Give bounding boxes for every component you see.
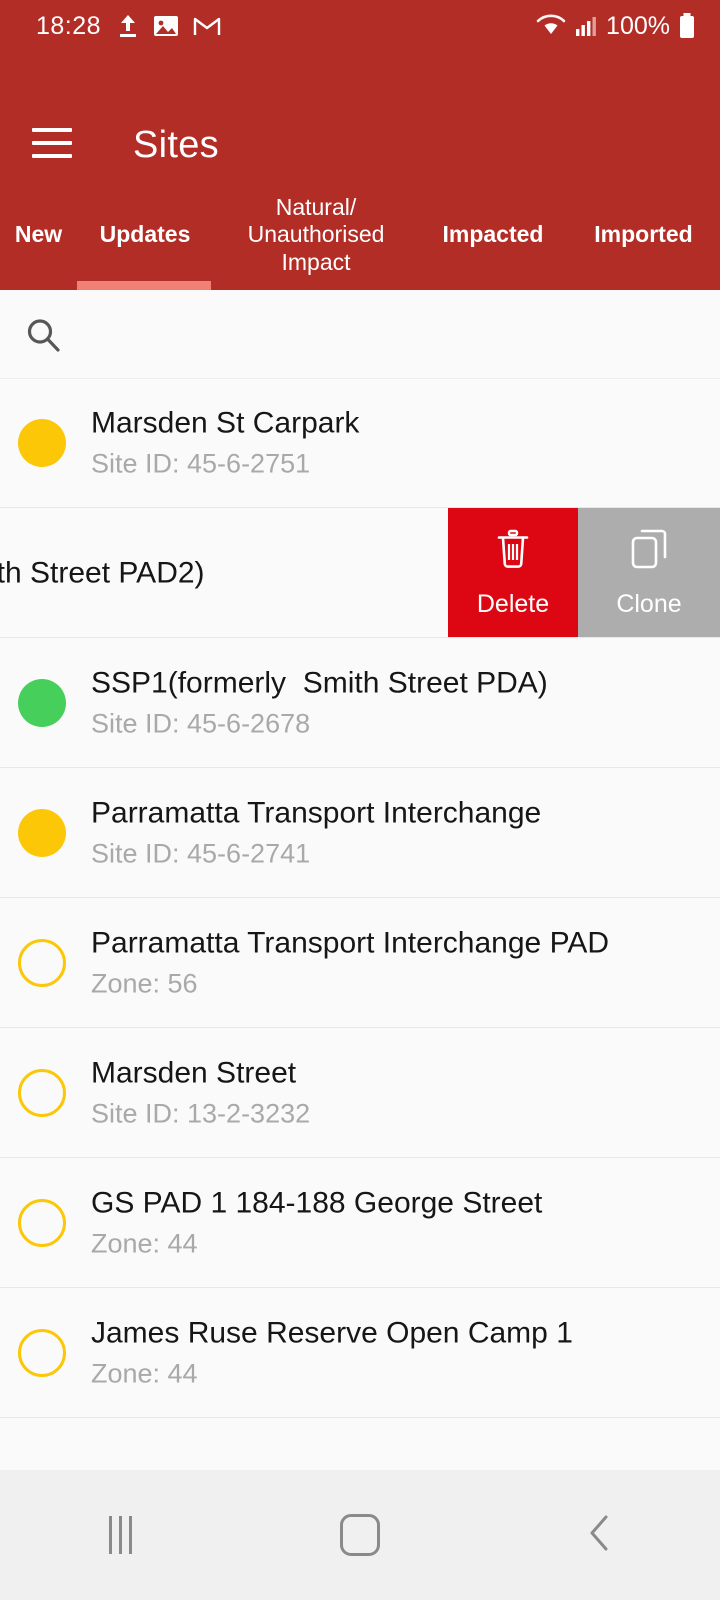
table-row[interactable]: SSP1(formerly Smith Street PDA) Site ID:… (0, 638, 720, 768)
sites-list: Marsden St Carpark Site ID: 45-6-2751 er… (0, 378, 720, 1418)
search-input[interactable] (80, 300, 680, 364)
back-button[interactable] (540, 1470, 660, 1600)
site-detail: Zone: 56 (91, 968, 198, 999)
list-item-text: SSP1(formerly Smith Street PDA) Site ID:… (91, 665, 548, 740)
table-row[interactable]: Parramatta Transport Interchange Site ID… (0, 768, 720, 898)
gmail-icon (193, 14, 221, 38)
active-tab-indicator (77, 281, 211, 290)
trash-icon (493, 527, 533, 578)
status-marker-icon (18, 419, 66, 467)
list-item-text: GS PAD 1 184-188 George Street Zone: 44 (91, 1185, 542, 1260)
status-marker-icon (18, 1068, 66, 1117)
back-icon (583, 1511, 617, 1560)
table-row[interactable]: GS PAD 1 184-188 George Street Zone: 44 (0, 1158, 720, 1288)
status-bar: 18:28 100% (0, 0, 720, 52)
site-detail: Zone: 44 (91, 1228, 198, 1259)
site-name: GS PAD 1 184-188 George Street (91, 1186, 543, 1220)
list-item-text: Parramatta Transport Interchange PAD Zon… (91, 925, 609, 1000)
site-name: Marsden Street (91, 1056, 297, 1090)
list-item-text: Marsden Street Site ID: 13-2-3232 (91, 1055, 310, 1130)
status-bar-clock: 18:28 (36, 11, 102, 40)
delete-button[interactable]: Delete (448, 508, 578, 637)
table-row[interactable]: Parramatta Transport Interchange PAD Zon… (0, 898, 720, 1028)
page-title: Sites (133, 124, 219, 166)
swipe-action-panel: Delete Clone (448, 508, 720, 637)
home-icon (340, 1514, 380, 1556)
site-name: Parramatta Transport Interchange (91, 796, 542, 830)
site-detail: Site ID: 13-2-3232 (91, 1098, 311, 1129)
site-name: Marsden St Carpark (91, 406, 360, 440)
status-marker-icon (18, 1198, 66, 1247)
tab-new[interactable]: New (0, 180, 77, 290)
site-detail: Site ID: 45-6-2751 (91, 449, 311, 479)
tab-bar: New Updates Natural/ Unauthorised Impact… (0, 180, 720, 290)
recents-icon (108, 1516, 132, 1554)
hamburger-menu-icon[interactable] (32, 128, 72, 158)
clone-button-label: Clone (616, 589, 682, 618)
delete-button-label: Delete (476, 589, 550, 618)
battery-icon (678, 12, 696, 40)
status-bar-system-icons: 100% (536, 12, 696, 41)
status-marker-icon (18, 938, 66, 987)
status-marker-icon (18, 678, 66, 727)
tab-impacted[interactable]: Impacted (419, 180, 567, 290)
site-name: erly Smith Street PAD2) (0, 555, 205, 589)
home-button[interactable] (300, 1470, 420, 1600)
site-detail: Zone: 44 (91, 1358, 198, 1389)
app-bar: Sites (0, 52, 720, 180)
status-marker-icon (18, 808, 66, 857)
list-item-text: Parramatta Transport Interchange Site ID… (91, 795, 541, 870)
site-name: James Ruse Reserve Open Camp 1 (91, 1316, 573, 1350)
table-row[interactable]: Marsden St Carpark Site ID: 45-6-2751 (0, 378, 720, 508)
list-item-text: Marsden St Carpark Site ID: 45-6-2751 (91, 406, 359, 481)
clone-button[interactable]: Clone (578, 508, 720, 637)
wifi-icon (536, 13, 566, 39)
image-icon (153, 13, 179, 39)
cellular-signal-icon (574, 14, 598, 38)
battery-percentage-label: 100% (606, 11, 670, 40)
site-name: Parramatta Transport Interchange PAD (91, 926, 610, 960)
search-icon[interactable] (24, 316, 64, 361)
table-row[interactable]: Marsden Street Site ID: 13-2-3232 (0, 1028, 720, 1158)
status-marker-icon (18, 1328, 66, 1377)
tab-imported[interactable]: Imported (567, 180, 720, 290)
list-item-text: erly Smith Street PAD2) (0, 555, 205, 590)
recents-button[interactable] (60, 1470, 180, 1600)
list-item-text: James Ruse Reserve Open Camp 1 Zone: 44 (91, 1315, 573, 1390)
site-name: SSP1(formerly Smith Street PDA) (91, 666, 548, 700)
copy-icon (628, 527, 670, 578)
tab-updates[interactable]: Updates (77, 180, 213, 290)
table-row-swiped[interactable]: erly Smith Street PAD2) Dele (0, 508, 720, 638)
android-navigation-bar (0, 1470, 720, 1600)
site-detail: Site ID: 45-6-2741 (91, 838, 311, 869)
tab-natural-unauthorised-impact[interactable]: Natural/ Unauthorised Impact (213, 180, 419, 290)
upload-icon (117, 13, 139, 39)
phone-screen: 18:28 100% Sites New Updates Natural/ Un… (0, 0, 720, 1600)
status-bar-notification-icons (117, 13, 221, 39)
table-row[interactable]: James Ruse Reserve Open Camp 1 Zone: 44 (0, 1288, 720, 1418)
site-detail: Site ID: 45-6-2678 (91, 708, 311, 739)
